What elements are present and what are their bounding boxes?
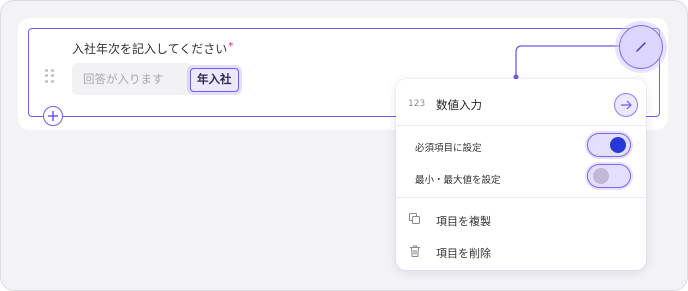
menu-divider bbox=[396, 197, 646, 198]
pencil-icon bbox=[636, 42, 646, 52]
delete-item-label: 項目を削除 bbox=[436, 247, 491, 260]
field-type-label: 数値入力 bbox=[436, 98, 482, 112]
edit-fab-button[interactable] bbox=[619, 25, 663, 69]
delete-item-action[interactable]: 項目を削除 bbox=[396, 239, 646, 263]
toggle-knob bbox=[593, 168, 609, 184]
required-setting-label: 必須項目に設定 bbox=[415, 143, 482, 154]
arrow-right-icon bbox=[621, 100, 632, 110]
menu-divider bbox=[396, 125, 646, 126]
min-max-toggle[interactable] bbox=[587, 164, 631, 188]
trash-icon bbox=[410, 245, 420, 258]
duplicate-item-action[interactable]: 項目を複製 bbox=[396, 207, 646, 231]
toggle-knob bbox=[610, 137, 626, 153]
number-type-icon: 123 bbox=[408, 99, 426, 109]
field-type-row[interactable]: 123 数値入力 bbox=[396, 79, 646, 125]
item-settings-menu: 123 数値入力 必須項目に設定 最小・最大値を設定 項目を複製 項目を削除 bbox=[396, 79, 646, 270]
required-toggle[interactable] bbox=[587, 133, 631, 157]
min-max-setting-label: 最小・最大値を設定 bbox=[415, 175, 501, 186]
field-type-arrow-button[interactable] bbox=[614, 93, 638, 117]
duplicate-item-label: 項目を複製 bbox=[436, 215, 491, 228]
duplicate-icon bbox=[408, 212, 421, 225]
